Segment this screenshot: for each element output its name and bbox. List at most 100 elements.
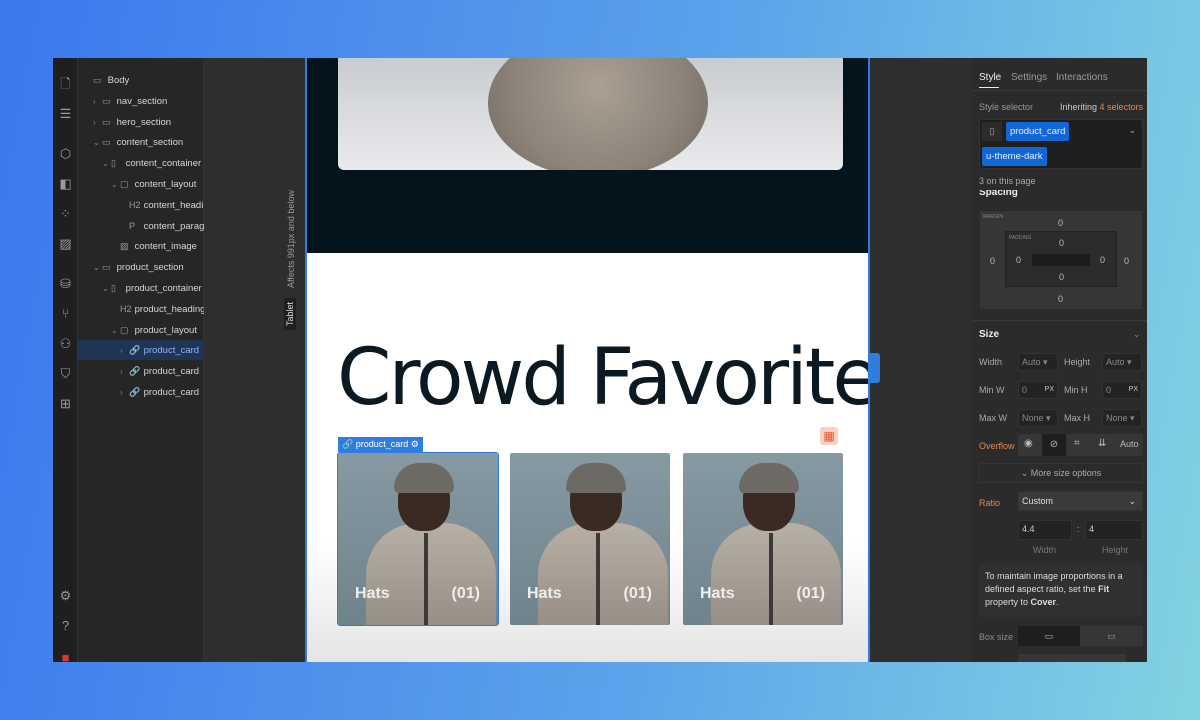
record-icon[interactable]: ■: [58, 650, 73, 662]
unit-label[interactable]: PX: [1045, 382, 1054, 398]
product-heading[interactable]: Crowd Favorites: [337, 333, 868, 423]
overflow-clip-icon[interactable]: ⇊: [1098, 438, 1106, 449]
overflow-visible-eye-icon[interactable]: ◉: [1024, 438, 1033, 449]
spacing-title[interactable]: Spacing: [979, 190, 1018, 199]
product-card[interactable]: Hats (01): [337, 452, 499, 626]
assets-icon[interactable]: ▨: [58, 236, 73, 251]
ratio-select[interactable]: Custom ⌄: [1018, 491, 1143, 511]
ratio-width-caption: Width: [1033, 545, 1057, 555]
product-card[interactable]: Hats (01): [510, 453, 670, 625]
navigator-item[interactable]: › ▭ hero_section: [78, 112, 204, 132]
ecommerce-icon[interactable]: ⛉: [58, 366, 73, 381]
navigator-item[interactable]: H2 content_heading: [78, 195, 204, 215]
ratio-width-input[interactable]: 4.4: [1018, 520, 1072, 540]
navigator-item[interactable]: › 🔗 product_card: [78, 382, 204, 402]
cms-icon[interactable]: ⛁: [58, 276, 73, 291]
min-height-input[interactable]: 0 PX: [1102, 381, 1142, 399]
padding-box[interactable]: PADDING 0 0 0 0: [1005, 231, 1117, 287]
selector-chip-u-theme-dark[interactable]: u-theme-dark: [982, 147, 1047, 166]
caret-icon[interactable]: ⌄: [93, 133, 102, 152]
content-box-icon[interactable]: ▭: [1080, 626, 1143, 646]
breakpoint-note: Affects 991px and below: [286, 190, 296, 288]
navigator-item-label: content_section: [116, 137, 184, 149]
navigator-item[interactable]: H2 product_heading: [78, 299, 204, 319]
max-width-input[interactable]: None ▾: [1018, 409, 1058, 427]
navigator-item[interactable]: ⌄ ▢ content_layout: [78, 174, 204, 194]
margin-bottom[interactable]: 0: [1058, 294, 1063, 304]
tab-interactions[interactable]: Interactions: [1056, 72, 1108, 83]
navigator-item[interactable]: ⌄ ▢ product_layout: [78, 320, 204, 340]
width-input[interactable]: Auto ▾: [1018, 353, 1058, 371]
caret-icon[interactable]: ⌄: [111, 321, 120, 340]
ratio-height-input[interactable]: 4: [1085, 520, 1143, 540]
resize-handle[interactable]: [870, 353, 880, 383]
tab-style[interactable]: Style: [979, 72, 1001, 83]
navigator-item-label: product_heading: [134, 303, 204, 315]
width-value: Auto: [1022, 357, 1041, 367]
product-card[interactable]: Hats (01): [683, 453, 843, 625]
caret-icon[interactable]: ›: [120, 383, 129, 402]
navigator-item[interactable]: › 🔗 product_card: [78, 340, 204, 361]
caret-icon[interactable]: ›: [93, 92, 102, 111]
navigator-icon[interactable]: ☰: [58, 106, 73, 121]
caret-icon[interactable]: ›: [120, 341, 129, 360]
overflow-hidden-eye-off-icon[interactable]: ⊘: [1042, 434, 1066, 456]
chevron-down-icon[interactable]: ⌄: [1128, 125, 1136, 136]
help-icon[interactable]: ?: [58, 618, 73, 633]
min-width-input[interactable]: 0 PX: [1018, 381, 1058, 399]
navigator-item-label: product_card: [143, 366, 200, 378]
ratio-info-box: To maintain image proportions in a defin…: [979, 563, 1143, 617]
caret-icon[interactable]: ⌄: [111, 175, 120, 194]
navigator-item-label: product_container: [125, 283, 202, 294]
style-selectors-icon[interactable]: ◧: [58, 176, 73, 191]
tab-settings[interactable]: Settings: [1011, 72, 1047, 83]
navigator-item[interactable]: ⌄ ▯ content_container: [78, 153, 204, 173]
navigator-item[interactable]: ▨ content_image: [78, 236, 204, 256]
logic-icon[interactable]: ⑂: [58, 306, 73, 321]
users-icon[interactable]: ⚇: [58, 336, 73, 351]
caret-icon[interactable]: ⌄: [93, 258, 102, 277]
card-count: (01): [451, 585, 480, 602]
margin-right[interactable]: 0: [1124, 256, 1129, 266]
pages-icon[interactable]: 🗋: [58, 76, 73, 91]
max-height-input[interactable]: None ▾: [1102, 409, 1142, 427]
selector-field[interactable]: ▯ product_card u-theme-dark ⌄: [979, 119, 1143, 169]
overflow-scroll-icon[interactable]: ⌗: [1074, 438, 1080, 449]
margin-top[interactable]: 0: [1058, 218, 1063, 228]
navigator-item[interactable]: ⌄ ▭ product_section: [78, 257, 204, 277]
margin-left[interactable]: 0: [990, 256, 995, 266]
navigator-item[interactable]: › ▭ nav_section: [78, 91, 204, 111]
component-icon[interactable]: ▦: [820, 427, 838, 445]
padding-bottom[interactable]: 0: [1059, 272, 1064, 282]
navigator-item[interactable]: ⌄ ▯ product_container: [78, 278, 204, 298]
size-title[interactable]: Size: [979, 329, 999, 340]
navigator-item[interactable]: ▭ Body: [78, 70, 204, 90]
canvas[interactable]: Crowd Favorites ▦ 🔗 product_card ⚙ Hats …: [305, 58, 870, 662]
more-size-options-button[interactable]: ⌄ More size options: [979, 463, 1143, 483]
breakpoint-badge[interactable]: Tablet: [284, 297, 296, 330]
margin-box[interactable]: MARGIN 0 0 0 0 PADDING 0 0 0 0: [979, 210, 1143, 310]
overflow-auto[interactable]: Auto: [1120, 439, 1139, 449]
settings-icon[interactable]: ⚙: [58, 588, 73, 603]
caret-icon[interactable]: ›: [120, 362, 129, 381]
components-icon[interactable]: ⬡: [58, 146, 73, 161]
padding-left[interactable]: 0: [1016, 255, 1021, 265]
navigator-item[interactable]: P content_paragra...: [78, 216, 204, 236]
padding-right[interactable]: 0: [1100, 255, 1105, 265]
variables-icon[interactable]: ⁘: [58, 206, 73, 221]
navigator-item[interactable]: › 🔗 product_card: [78, 361, 204, 381]
selector-chip-product-card[interactable]: product_card: [1006, 122, 1070, 141]
caret-icon[interactable]: ›: [93, 113, 102, 132]
border-box-icon[interactable]: ▭: [1018, 626, 1080, 646]
inheriting-count[interactable]: 4 selectors: [1100, 102, 1144, 112]
unit-label[interactable]: PX: [1129, 382, 1138, 398]
padding-top[interactable]: 0: [1059, 238, 1064, 248]
content-section-preview: [307, 58, 868, 253]
navigator-item[interactable]: ⌄ ▭ content_section: [78, 132, 204, 152]
caret-icon[interactable]: ⌄: [102, 279, 111, 298]
chevron-down-icon[interactable]: ⌄: [1133, 329, 1141, 340]
caret-icon[interactable]: ⌄: [102, 154, 111, 173]
selected-element-tag[interactable]: 🔗 product_card ⚙: [338, 437, 423, 452]
height-input[interactable]: Auto ▾: [1102, 353, 1142, 371]
apps-icon[interactable]: ⊞: [58, 396, 73, 411]
